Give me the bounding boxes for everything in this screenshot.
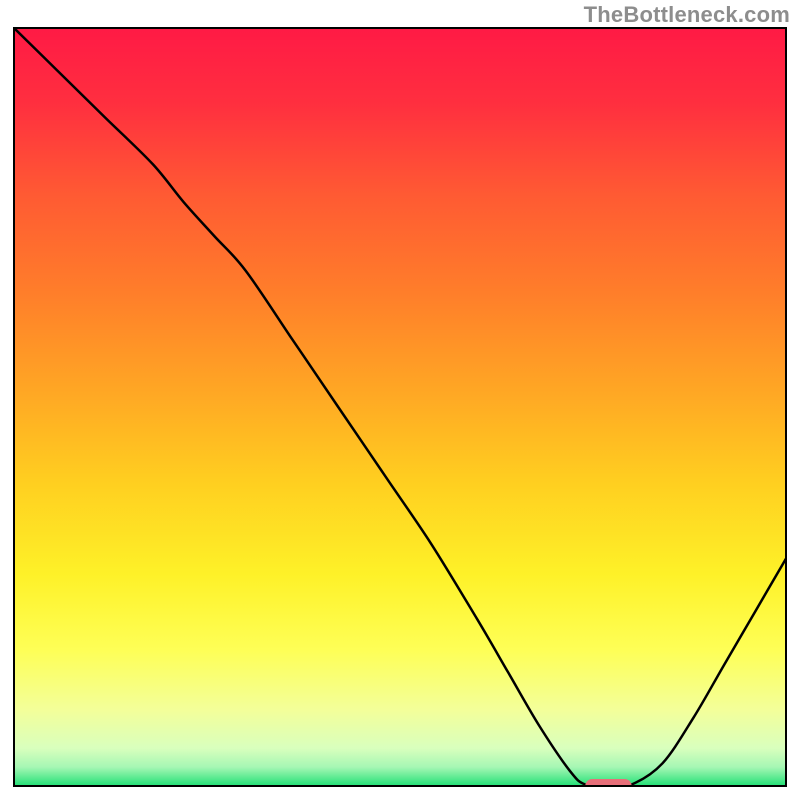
chart-container: TheBottleneck.com <box>0 0 800 800</box>
watermark-text: TheBottleneck.com <box>584 2 790 28</box>
bottleneck-chart <box>0 0 800 800</box>
